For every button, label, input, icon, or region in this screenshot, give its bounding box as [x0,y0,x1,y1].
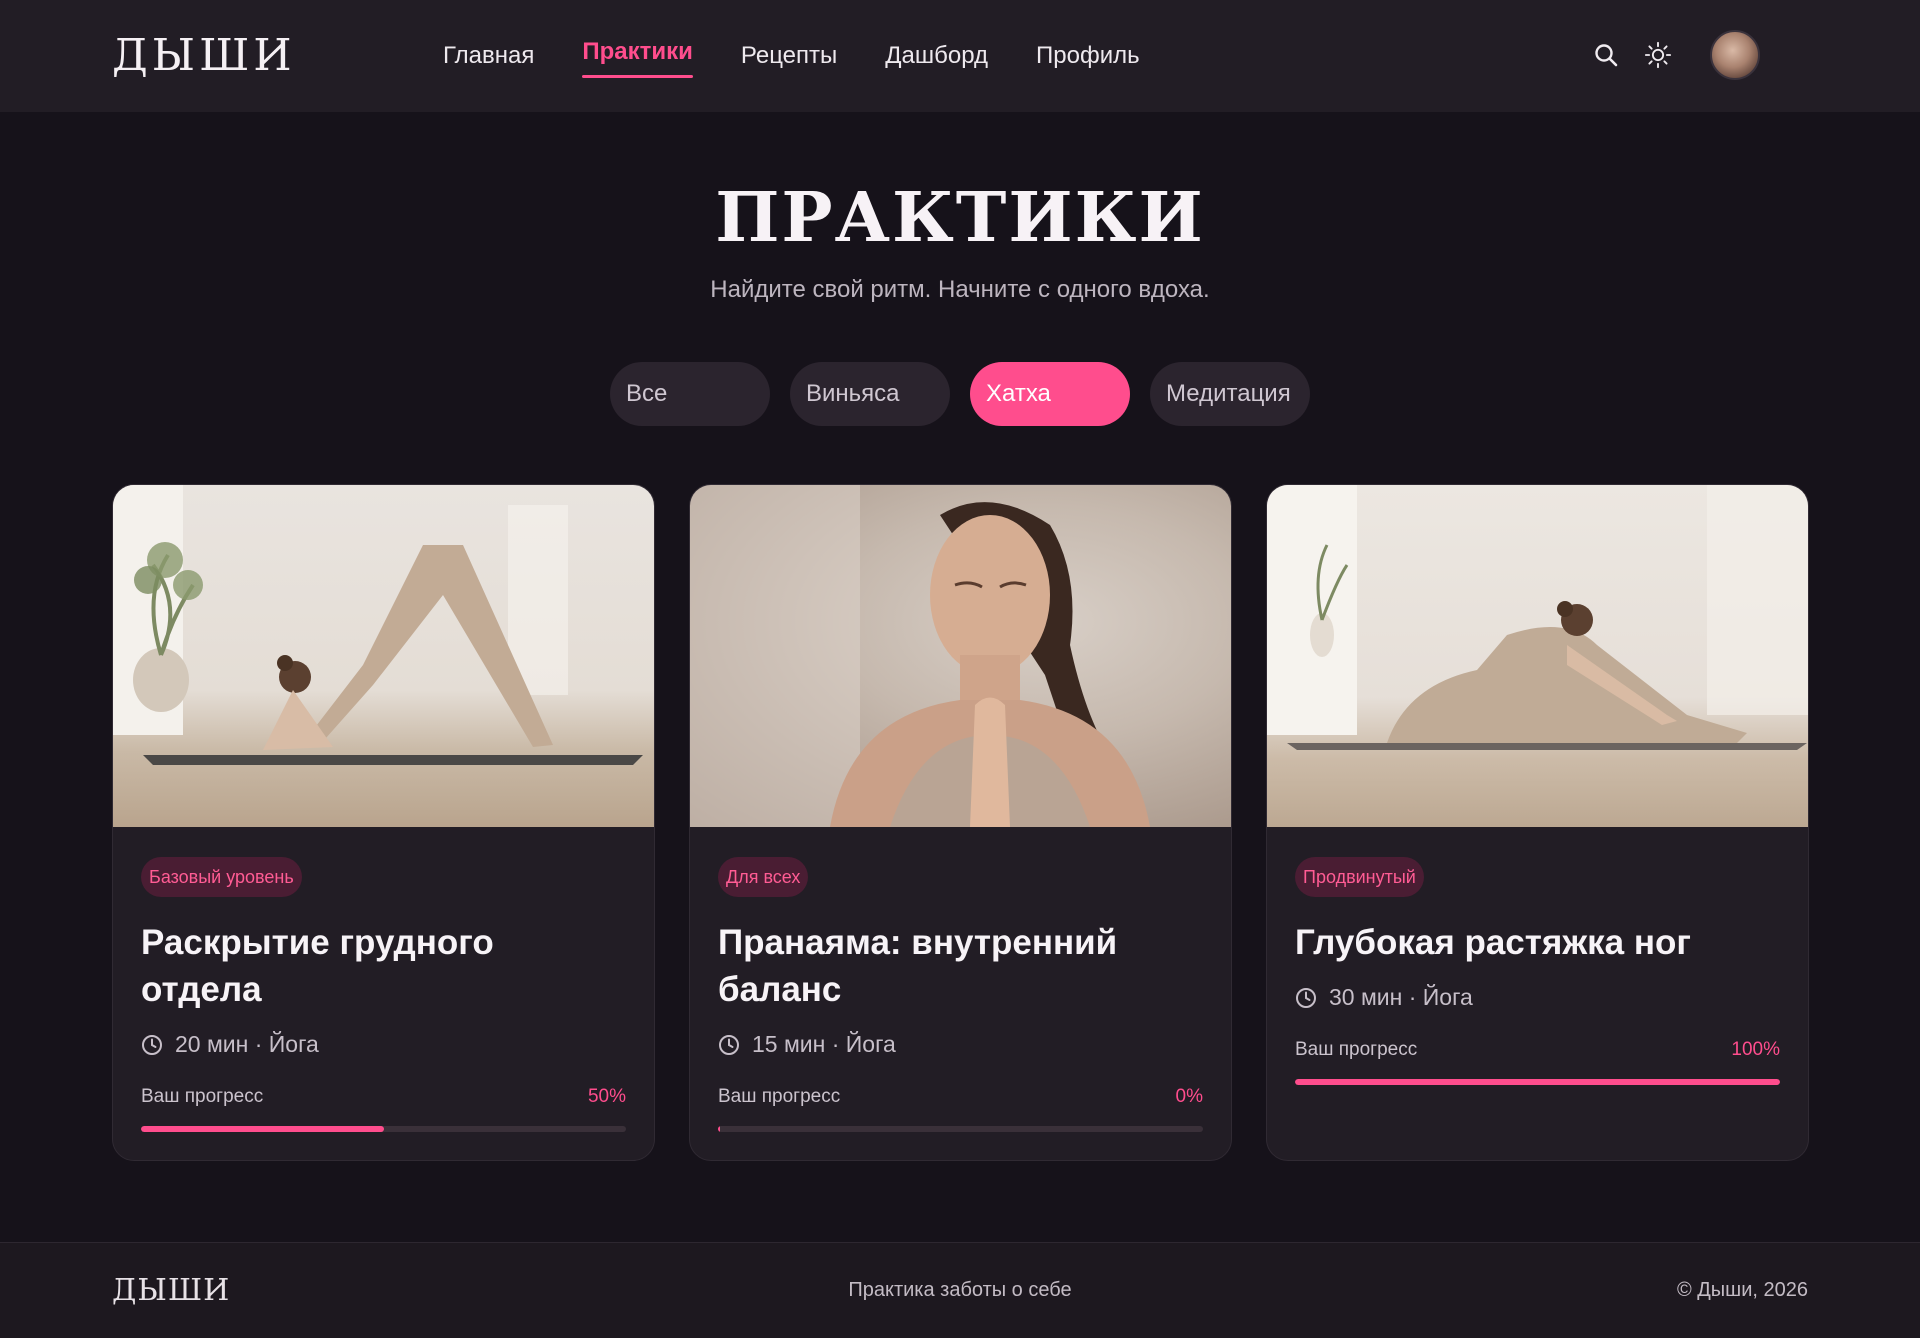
level-badge: Продвинутый [1295,857,1424,897]
sun-icon[interactable] [1644,41,1672,69]
progress-bar-fill [1295,1079,1780,1085]
progress-label: Ваш прогресс [1295,1039,1418,1060]
card-body: Базовый уровень Раскрытие грудного отдел… [141,857,626,1132]
brand-logo[interactable]: ДЫШИ [112,30,296,81]
card-body: Для всех Пранаяма: внутренний баланс 15 … [718,857,1203,1132]
card-body: Продвинутый Глубокая растяжка ног 30 мин… [1295,857,1780,1085]
search-icon[interactable] [1592,41,1620,69]
card-meta: 15 мин · Йога [718,1031,1203,1058]
header-actions [1592,30,1760,80]
progress-bar-fill [141,1126,384,1132]
progress-bar-fill [718,1126,721,1132]
yoga-downward-dog-photo [113,485,654,827]
progress-row: Ваш прогресс 0% [718,1086,1203,1108]
pranayama-meditation-photo [690,485,1231,827]
clock-icon [142,1034,162,1055]
progress-value: 50% [587,1086,626,1107]
nav-item-home[interactable]: Главная [443,0,534,112]
filter-chip-hatha[interactable]: Хатха [970,362,1130,426]
level-badge: Для всех [718,857,809,897]
card-title: Пранаяма: внутренний баланс [718,923,1118,1009]
card-meta: 20 мин · Йога [141,1031,626,1058]
nav-item-practices[interactable]: Практики [582,0,693,112]
nav-item-recipes[interactable]: Рецепты [741,0,837,112]
clock-icon [719,1034,739,1055]
card-title: Раскрытие грудного отдела [141,923,494,1009]
practice-card[interactable]: Продвинутый Глубокая растяжка ног 30 мин… [1266,484,1809,1161]
filter-chip-meditation[interactable]: Медитация [1150,362,1310,426]
progress-bar [141,1126,626,1132]
page-title: ПРАКТИКИ [715,178,1205,258]
progress-label: Ваш прогресс [718,1086,841,1107]
card-duration: 30 мин · Йога [1329,984,1473,1010]
filter-chip-all[interactable]: Все [610,362,770,426]
footer-copyright: © Дыши, 2026 [1676,1279,1808,1301]
filter-chips: Все Виньяса Хатха Медитация [610,362,1310,426]
clock-icon [1296,987,1316,1008]
level-badge: Базовый уровень [141,857,302,897]
nav-item-profile[interactable]: Профиль [1036,0,1140,112]
progress-value: 100% [1731,1039,1780,1060]
practice-card[interactable]: Для всех Пранаяма: внутренний баланс 15 … [689,484,1232,1161]
seated-forward-fold-photo [1267,485,1808,827]
card-title: Глубокая растяжка ног [1295,923,1691,962]
page-footer: ДЫШИ Практика заботы о себе © Дыши, 2026 [0,1242,1920,1338]
top-header: ДЫШИ Главная Практики Рецепты Дашборд Пр… [0,0,1920,112]
progress-bar [1295,1079,1780,1085]
progress-label: Ваш прогресс [141,1086,264,1107]
card-duration: 15 мин · Йога [752,1031,896,1057]
footer-tagline: Практика заботы о себе [848,1279,1072,1301]
card-meta: 30 мин · Йога [1295,984,1780,1011]
avatar[interactable] [1710,30,1760,80]
main-nav: Главная Практики Рецепты Дашборд Профиль [443,0,1188,112]
progress-bar [718,1126,1203,1132]
progress-row: Ваш прогресс 100% [1295,1039,1780,1061]
progress-value: 0% [1175,1086,1203,1107]
nav-item-dashboard[interactable]: Дашборд [885,0,988,112]
card-duration: 20 мин · Йога [175,1031,319,1057]
practice-cards: Базовый уровень Раскрытие грудного отдел… [112,484,1809,1161]
practice-card[interactable]: Базовый уровень Раскрытие грудного отдел… [112,484,655,1161]
progress-row: Ваш прогресс 50% [141,1086,626,1108]
page-subtitle: Найдите свой ритм. Начните с одного вдох… [710,276,1210,303]
filter-chip-vinyasa[interactable]: Виньяса [790,362,950,426]
